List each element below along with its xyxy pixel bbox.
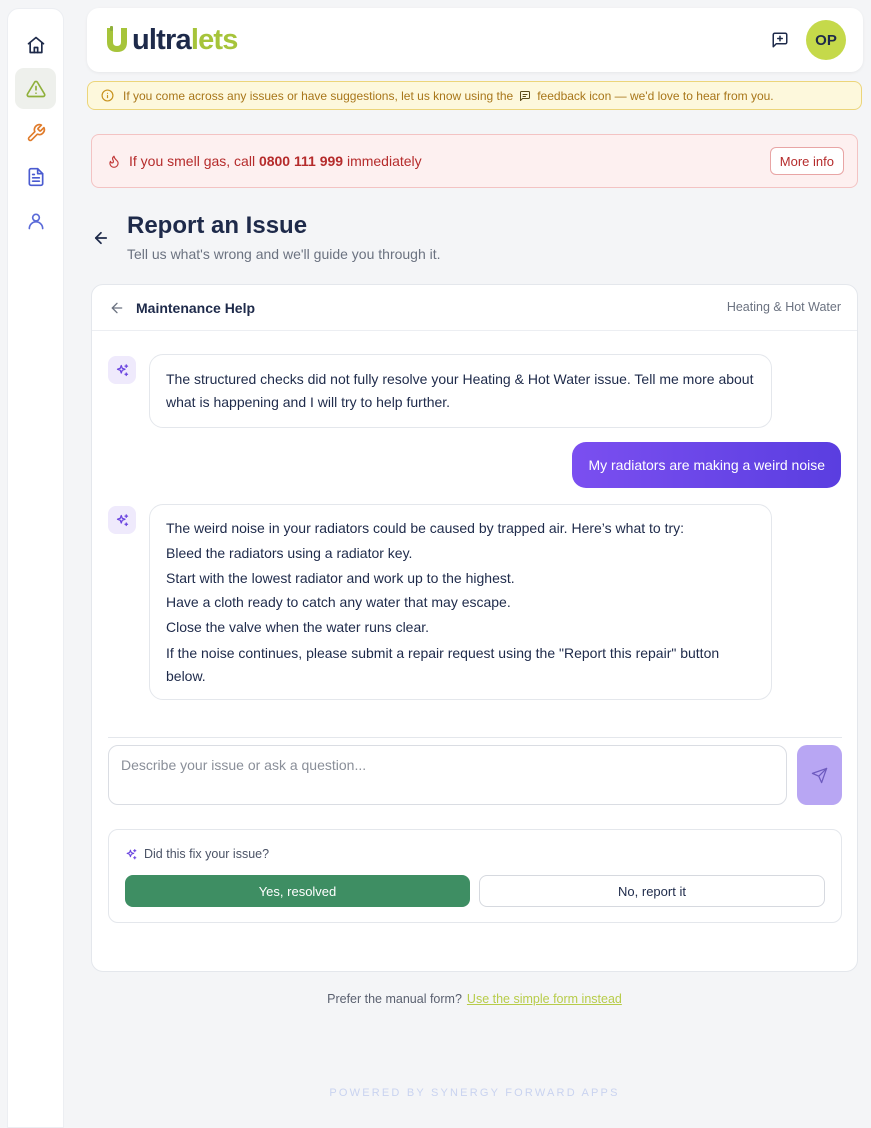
chat-title: Maintenance Help — [136, 300, 256, 316]
page-title: Report an Issue — [127, 212, 308, 239]
composer-divider — [108, 737, 842, 738]
more-info-button[interactable]: More info — [769, 147, 844, 175]
gas-banner-text: If you smell gas, call 0800 111 999 imme… — [129, 153, 422, 169]
gas-emergency-phone[interactable]: 0800 111 999 — [259, 153, 343, 169]
sidebar-item-documents[interactable] — [15, 156, 56, 197]
chat-category: Heating & Hot Water — [726, 300, 841, 314]
brand-logo[interactable]: ultralets — [104, 25, 238, 55]
feedback-icon — [772, 32, 788, 48]
message-line: If the noise continues, please submit a … — [166, 644, 720, 684]
feedback-button[interactable] — [770, 30, 790, 50]
sparkles-icon — [116, 363, 128, 376]
info-icon — [101, 89, 114, 102]
sidebar-item-maintenance[interactable] — [15, 112, 56, 153]
maintenance-chat-card: Maintenance Help Heating & Hot Water The… — [91, 284, 858, 972]
assistant-avatar — [108, 506, 136, 534]
page-subtitle: Tell us what's wrong and we'll guide you… — [127, 246, 441, 262]
send-icon — [811, 767, 828, 783]
message-line: Start with the lowest radiator and work … — [166, 569, 515, 586]
feedback-inline-icon — [520, 90, 531, 101]
sidebar-item-home[interactable] — [15, 24, 56, 65]
logo-mark-icon — [107, 26, 127, 52]
message-line: The weird noise in your radiators could … — [166, 520, 685, 536]
gas-safety-banner: If you smell gas, call 0800 111 999 imme… — [91, 134, 858, 188]
user-icon — [28, 213, 44, 229]
info-banner-text-after: feedback icon — we'd love to hear from y… — [537, 88, 774, 103]
assistant-message: The weird noise in your radiators could … — [149, 504, 772, 700]
chat-header: Maintenance Help Heating & Hot Water — [92, 285, 857, 331]
sidebar-item-report-issue[interactable] — [15, 68, 56, 109]
powered-by-footer: POWERED BY SYNERGY FORWARD APPS — [329, 1087, 620, 1099]
message-text: The structured checks did not fully reso… — [166, 371, 754, 410]
sparkles-icon — [126, 848, 137, 859]
flame-icon — [109, 155, 119, 168]
chat-back-arrow-icon[interactable] — [109, 300, 125, 316]
fix-question-text: Did this fix your issue? — [144, 847, 270, 861]
home-icon — [27, 36, 44, 53]
sidebar — [7, 8, 64, 1128]
sparkles-icon — [116, 513, 128, 526]
fix-feedback-panel: Did this fix your issue? Yes, resolved N… — [108, 829, 842, 923]
top-header: ultralets OP — [87, 8, 863, 72]
warning-triangle-icon — [25, 80, 46, 97]
wrench-icon — [27, 123, 45, 141]
fix-question: Did this fix your issue? — [125, 847, 269, 861]
yes-resolved-button[interactable]: Yes, resolved — [125, 875, 470, 907]
feedback-info-banner: If you come across any issues or have su… — [87, 81, 862, 110]
no-report-button[interactable]: No, report it — [479, 875, 825, 907]
send-button[interactable] — [797, 745, 842, 805]
document-icon — [28, 167, 44, 186]
manual-form-text: Prefer the manual form? — [327, 992, 462, 1006]
assistant-avatar — [108, 356, 136, 384]
message-line: Have a cloth ready to catch any water th… — [166, 594, 511, 611]
user-avatar[interactable]: OP — [806, 20, 846, 60]
page-back-arrow-icon[interactable] — [92, 229, 110, 247]
manual-form-prompt: Prefer the manual form? Use the simple fo… — [0, 992, 871, 1006]
sidebar-item-profile[interactable] — [15, 200, 56, 241]
brand-name: ultralets — [132, 24, 238, 56]
simple-form-link[interactable]: Use the simple form instead — [467, 992, 622, 1006]
message-line: Bleed the radiators using a radiator key… — [166, 544, 413, 561]
chat-message-input[interactable] — [108, 745, 787, 805]
user-message: My radiators are making a weird noise — [572, 442, 841, 488]
info-banner-text-before: If you come across any issues or have su… — [123, 88, 514, 103]
message-line: Close the valve when the water runs clea… — [166, 619, 430, 636]
assistant-message: The structured checks did not fully reso… — [149, 354, 772, 428]
